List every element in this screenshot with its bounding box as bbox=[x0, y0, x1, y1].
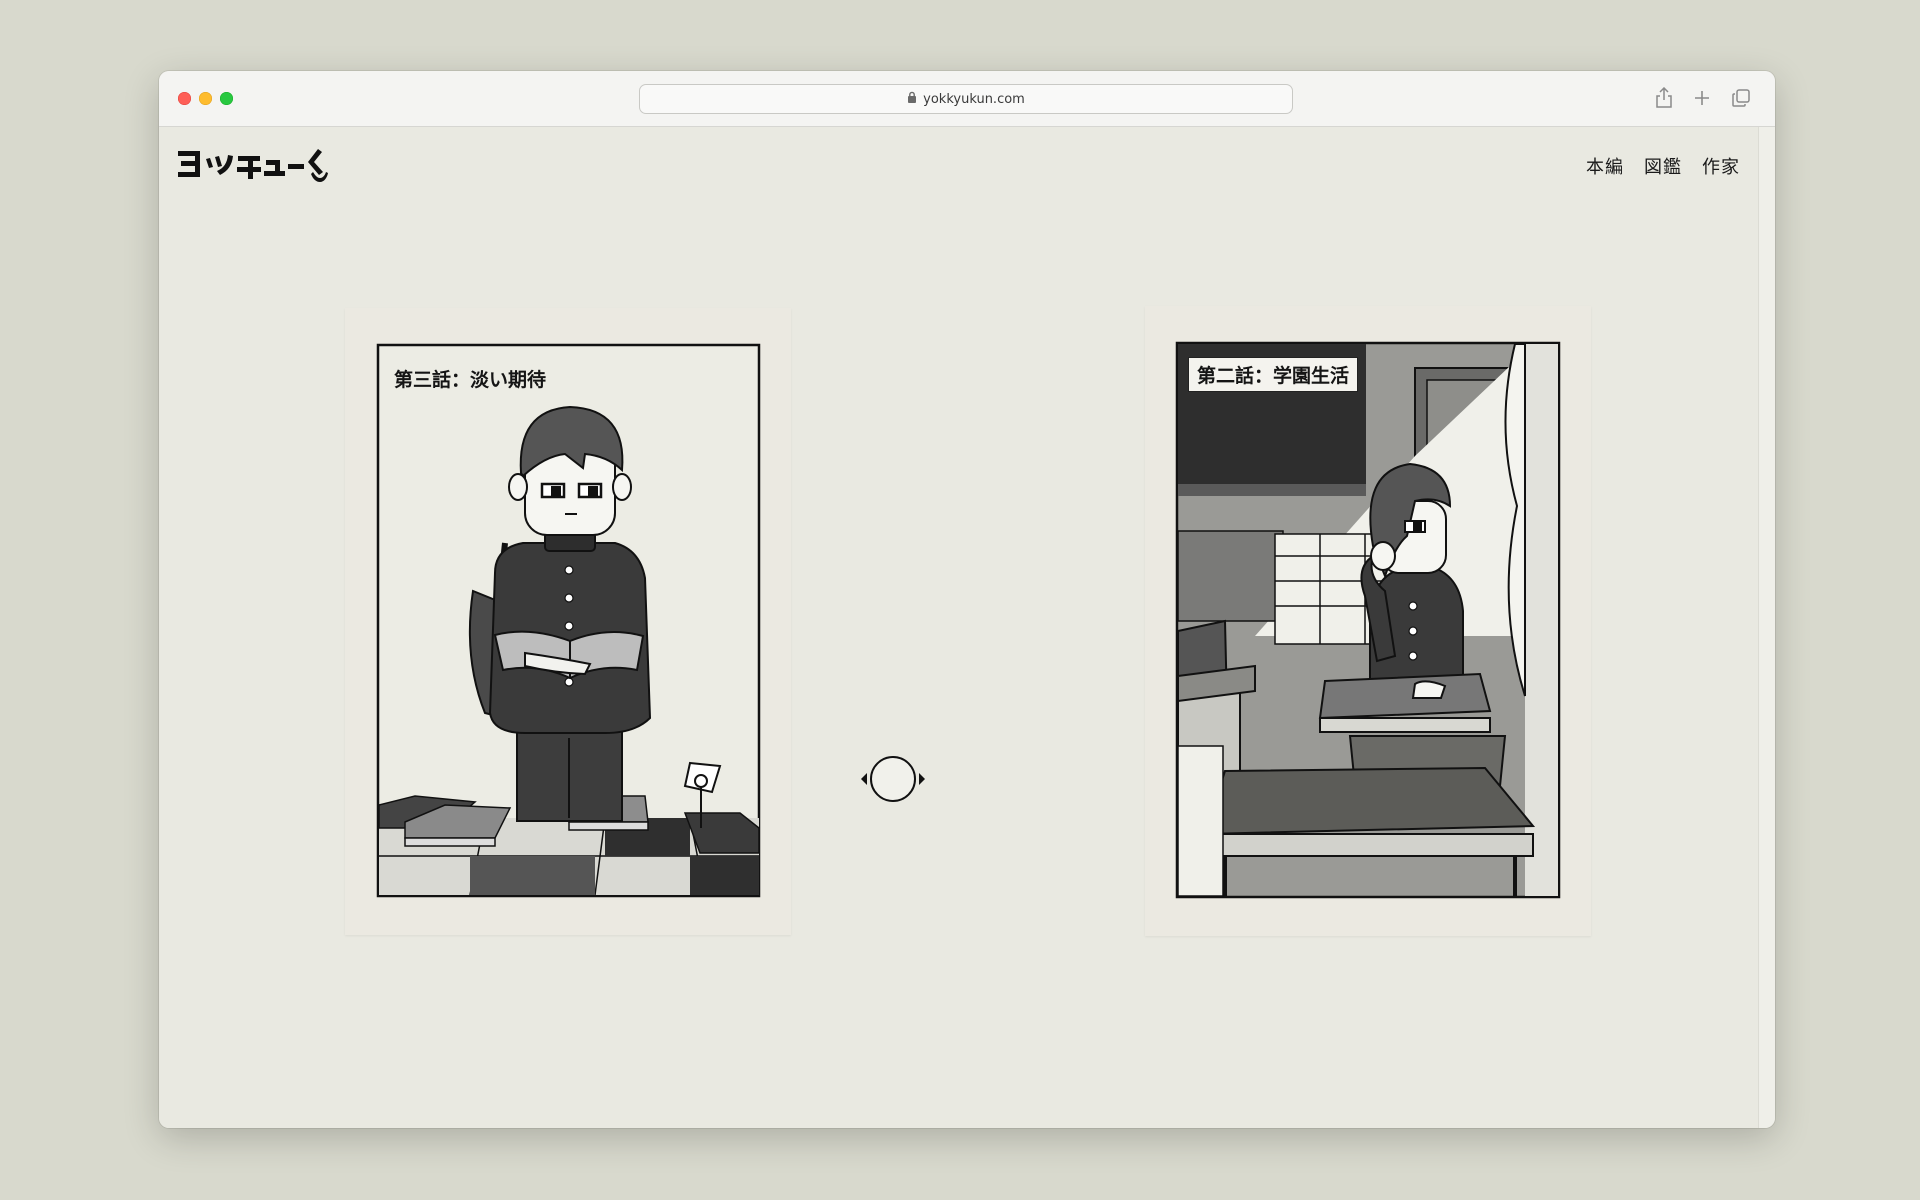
episode-card-2[interactable]: 第二話：学園生活 bbox=[1145, 306, 1591, 936]
right-arrow-icon bbox=[919, 773, 925, 785]
new-tab-icon[interactable] bbox=[1690, 86, 1714, 110]
share-icon[interactable] bbox=[1652, 86, 1676, 110]
browser-toolbar: yokkyukun.com bbox=[159, 71, 1775, 127]
carousel-dial-control[interactable] bbox=[857, 753, 929, 805]
nav-item-artist[interactable]: 作家 bbox=[1702, 153, 1740, 179]
zoom-window-button[interactable] bbox=[220, 92, 233, 105]
tab-overview-icon[interactable] bbox=[1729, 86, 1753, 110]
page-scrollbar[interactable] bbox=[1758, 127, 1775, 1128]
episode-card-3-title: 第三話：淡い期待 bbox=[394, 369, 547, 391]
episode-card-2-title: 第二話：学園生活 bbox=[1188, 357, 1359, 392]
nav-item-main-story[interactable]: 本編 bbox=[1586, 153, 1624, 179]
left-arrow-icon bbox=[861, 773, 867, 785]
site-logo[interactable] bbox=[176, 145, 328, 183]
close-window-button[interactable] bbox=[178, 92, 191, 105]
nav-item-encyclopedia[interactable]: 図鑑 bbox=[1644, 153, 1682, 179]
lock-icon bbox=[907, 91, 917, 107]
minimize-window-button[interactable] bbox=[199, 92, 212, 105]
browser-window: yokkyukun.com 本編 図鑑 作家 第三話：淡い期待 第二話：学園生活 bbox=[159, 71, 1775, 1128]
episode-card-3[interactable]: 第三話：淡い期待 bbox=[345, 308, 791, 935]
address-bar[interactable]: yokkyukun.com bbox=[639, 84, 1293, 114]
main-nav: 本編 図鑑 作家 bbox=[1586, 153, 1740, 179]
url-text: yokkyukun.com bbox=[923, 91, 1025, 107]
page-content: 本編 図鑑 作家 第三話：淡い期待 第二話：学園生活 bbox=[159, 127, 1759, 1128]
